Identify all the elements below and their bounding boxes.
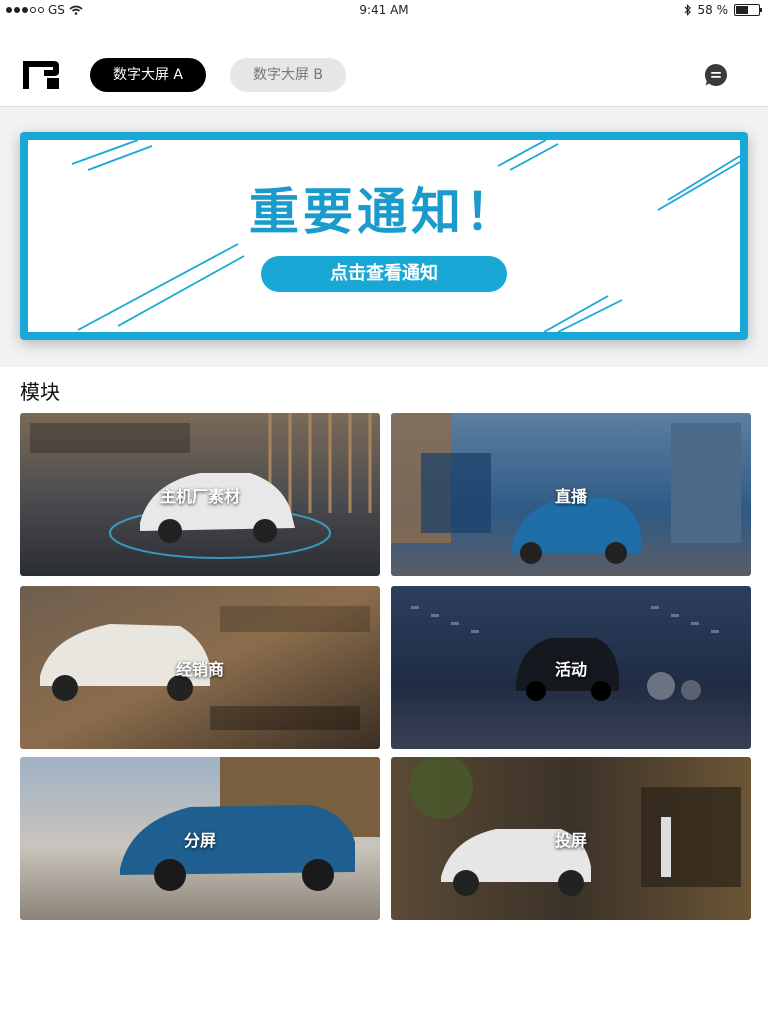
tab-screen-b[interactable]: 数字大屏 B: [230, 58, 346, 92]
battery-icon: [734, 4, 762, 16]
battery-percent: 58 %: [697, 3, 729, 17]
status-right: 58 %: [684, 3, 762, 17]
module-split-screen[interactable]: 分屏: [20, 757, 380, 920]
module-dealer[interactable]: 经销商: [20, 586, 380, 749]
module-label: 活动: [554, 660, 587, 679]
bluetooth-icon: [684, 4, 691, 16]
module-cast-screen[interactable]: 投屏: [391, 757, 751, 920]
module-label: 主机厂素材: [159, 487, 240, 506]
view-notice-button[interactable]: 点击查看通知: [261, 256, 507, 292]
module-oem-materials[interactable]: 主机厂素材: [20, 413, 380, 576]
module-live[interactable]: 直播: [391, 413, 751, 576]
clock: 9:41 AM: [359, 3, 409, 17]
status-bar: GS 9:41 AM 58 %: [0, 0, 768, 20]
module-label: 分屏: [183, 831, 216, 850]
notice-title: 重要通知！: [249, 183, 519, 241]
module-label: 投屏: [554, 831, 587, 850]
modules-title: 模块: [20, 380, 60, 404]
tab-screen-a[interactable]: 数字大屏 A: [90, 58, 206, 92]
module-label: 经销商: [175, 660, 224, 679]
notice-banner[interactable]: 重要通知！ 点击查看通知: [20, 132, 748, 340]
module-events[interactable]: 活动: [391, 586, 751, 749]
message-icon[interactable]: [704, 63, 728, 87]
module-label: 直播: [554, 487, 587, 506]
top-header: 数字大屏 A 数字大屏 B: [0, 40, 768, 107]
brand-logo: [23, 61, 59, 89]
